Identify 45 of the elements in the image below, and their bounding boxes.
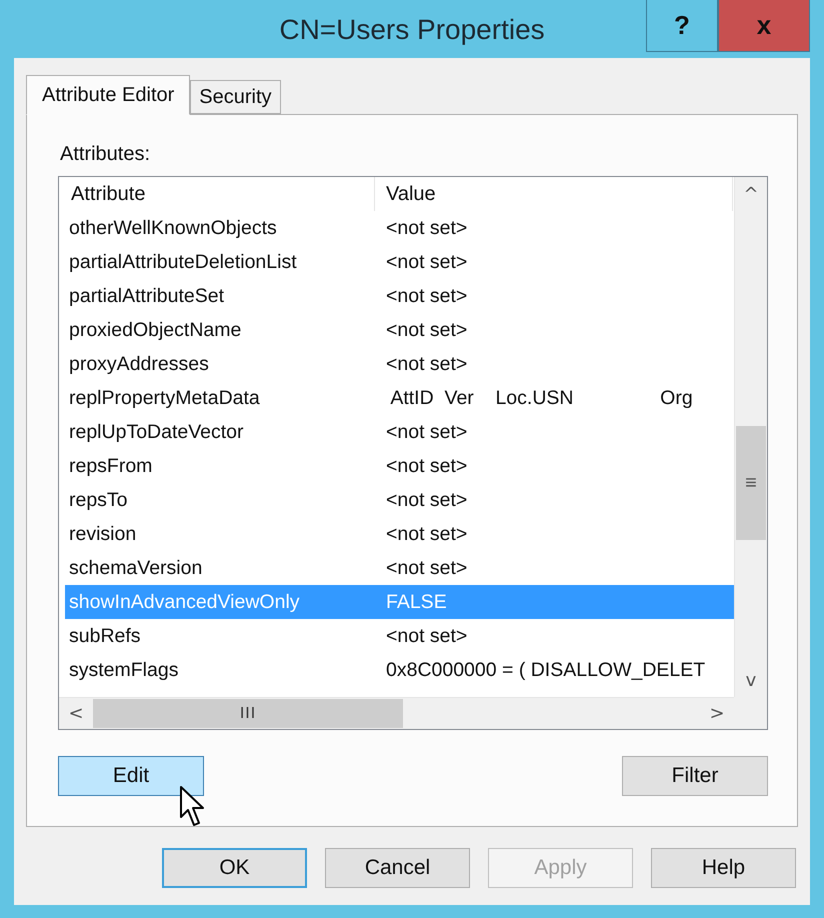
- value-cell-text: <not set>: [385, 624, 468, 648]
- horizontal-scrollbar[interactable]: < III >: [59, 697, 734, 729]
- tab[interactable]: Security: [190, 80, 281, 114]
- window-title: CN=Users Properties: [279, 13, 545, 46]
- value-cell-text: 0x8C000000 = ( DISALLOW_DELET: [385, 658, 706, 682]
- value-cell-text: <not set>: [385, 250, 468, 274]
- help-button[interactable]: ?: [646, 0, 718, 52]
- attribute-cell-text: revision: [68, 522, 138, 546]
- value-cell-text: <not set>: [385, 352, 468, 376]
- attribute-cell-text: proxiedObjectName: [68, 318, 242, 342]
- attribute-cell-text: systemFlags: [68, 658, 180, 682]
- attributes-label: Attributes:: [60, 143, 150, 166]
- attribute-cell-text: showInAdvancedViewOnly: [68, 590, 301, 614]
- value-cell-text: <not set>: [385, 522, 468, 546]
- value-cell-text: <not set>: [385, 488, 468, 512]
- attribute-cell-text: repsFrom: [68, 454, 154, 478]
- value-cell-text: <not set>: [385, 454, 468, 478]
- attribute-cell-text: subRefs: [68, 624, 142, 648]
- attribute-cell-text: partialAttributeSet: [68, 284, 226, 308]
- attribute-cell-text: replUpToDateVector: [68, 420, 245, 444]
- ok-button[interactable]: OK: [162, 848, 307, 888]
- value-cell-text: <not set>: [385, 284, 468, 308]
- attribute-cell-text: proxyAddresses: [68, 352, 210, 376]
- value-cell-text: <not set>: [385, 216, 468, 240]
- close-button[interactable]: x: [718, 0, 810, 52]
- value-cell-text: <not set>: [385, 556, 468, 580]
- column-header[interactable]: Attribute: [62, 177, 375, 211]
- column-header[interactable]: Value: [375, 177, 733, 211]
- attribute-cell-text: replPropertyMetaData: [68, 386, 261, 410]
- edit-button[interactable]: Edit: [58, 756, 204, 796]
- value-cell-text: FALSE: [385, 590, 448, 614]
- attribute-cell-text: schemaVersion: [68, 556, 204, 580]
- value-cell-text: <not set>: [385, 420, 468, 444]
- attribute-cell-text: otherWellKnownObjects: [68, 216, 278, 240]
- attribute-cell-text: partialAttributeDeletionList: [68, 250, 298, 274]
- attribute-cell-text: repsTo: [68, 488, 129, 512]
- cancel-button[interactable]: Cancel: [325, 848, 470, 888]
- vertical-scrollbar[interactable]: ^ ≡ v: [734, 177, 767, 697]
- tab[interactable]: Attribute Editor: [26, 75, 190, 115]
- scroll-thumb[interactable]: III: [93, 699, 403, 728]
- scroll-thumb[interactable]: ≡: [736, 426, 766, 540]
- value-cell-text: <not set>: [385, 318, 468, 342]
- help-button[interactable]: Help: [651, 848, 796, 888]
- value-cell-text: AttID Ver Loc.USN Org: [389, 386, 694, 410]
- filter-button[interactable]: Filter: [622, 756, 768, 796]
